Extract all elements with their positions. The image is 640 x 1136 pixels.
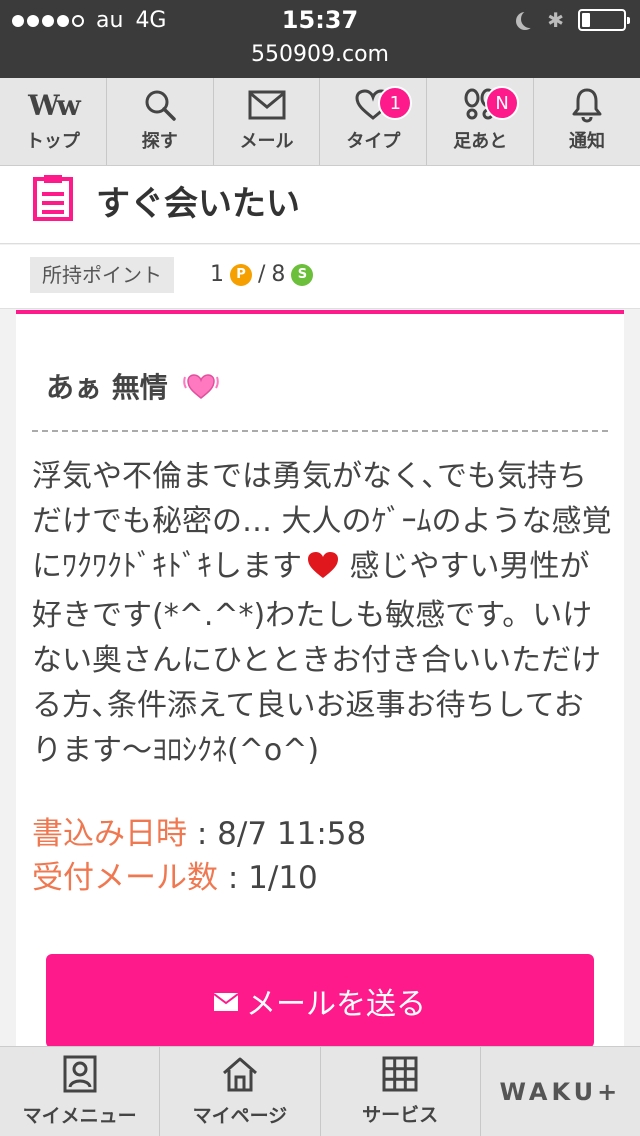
poster-name: あぁ 無情 (46, 371, 168, 404)
page-title: すぐ会いたい (96, 184, 300, 224)
post-card: あぁ 無情 浮気や不倫までは勇気がなく､でも気持ちだけでも秘密の… 大人のｹﾞｰ… (16, 310, 624, 1050)
bottom-nav-waku[interactable]: WAKU+ (481, 1047, 640, 1136)
poster-row: あぁ 無情 (46, 366, 220, 406)
post-message: 浮気や不倫までは勇気がなく､でも気持ちだけでも秘密の… 大人のｹﾞｰﾑのような感… (32, 454, 612, 773)
p-points: 1 (210, 262, 224, 287)
nav-search[interactable]: 探す (107, 78, 214, 165)
nav-notify[interactable]: 通知 (534, 78, 640, 165)
url-bar[interactable]: 550909.com (0, 42, 640, 67)
red-heart-icon (306, 548, 340, 593)
page-header: すぐ会いたい (0, 166, 640, 244)
top-nav: Ww トップ 探す メール タイプ 1 足あと N 通知 (0, 78, 640, 166)
moon-icon (521, 10, 539, 28)
bottom-nav-label: マイページ (192, 1105, 288, 1127)
beating-heart-icon (182, 367, 220, 405)
posted-label: 書込み日時 (32, 816, 187, 852)
mail-icon (248, 87, 286, 123)
home-icon (221, 1055, 259, 1097)
nav-top[interactable]: Ww トップ (0, 78, 107, 165)
received-label: 受付メール数 (32, 860, 218, 896)
p-coin-icon: P (230, 263, 252, 286)
received-value: : 1/10 (227, 860, 318, 896)
bottom-nav-mymenu[interactable]: マイメニュー (0, 1047, 161, 1136)
bottom-nav: マイメニュー マイページ サービス WAKU+ (0, 1046, 640, 1136)
points-separator: / (258, 262, 266, 287)
nav-mail[interactable]: メール (214, 78, 321, 165)
nav-label: 足あと (453, 131, 508, 152)
bottom-nav-label: マイメニュー (22, 1105, 137, 1127)
nav-label: タイプ (346, 131, 401, 152)
bell-icon (571, 87, 603, 123)
envelope-icon (213, 984, 239, 1019)
s-points: 8 (271, 262, 286, 287)
posted-at: 書込み日時 : 8/7 11:58 (32, 808, 366, 853)
received-count: 受付メール数 : 1/10 (32, 852, 318, 897)
bottom-nav-service[interactable]: サービス (321, 1047, 481, 1136)
footprints-badge: N (485, 86, 520, 120)
nav-type[interactable]: タイプ 1 (320, 78, 428, 165)
board-icon (32, 174, 74, 226)
points-bar: 所持ポイント 1 P / 8 S (0, 245, 640, 309)
bluetooth-icon: ✱ (547, 8, 564, 32)
brand-logo: WAKU+ (499, 1077, 622, 1106)
points-value: 1 P / 8 S (210, 262, 314, 287)
s-coin-icon: S (291, 263, 314, 286)
search-icon (142, 87, 178, 123)
grid-icon (382, 1056, 418, 1096)
nav-label: メール (239, 131, 294, 152)
send-mail-button[interactable]: メールを送る (46, 954, 594, 1048)
points-label: 所持ポイント (30, 257, 174, 293)
nav-label: 探す (141, 131, 178, 152)
divider (32, 430, 608, 432)
nav-label: 通知 (569, 131, 606, 152)
ww-logo-icon: Ww (28, 88, 81, 122)
posted-value: : 8/7 11:58 (196, 816, 367, 852)
status-bar: au 4G 15:37 ✱ 550909.com (0, 0, 640, 78)
profile-icon (63, 1055, 97, 1097)
status-right: ✱ (515, 8, 630, 32)
nav-label: トップ (25, 131, 80, 152)
battery-icon (578, 9, 630, 31)
send-mail-label: メールを送る (246, 987, 426, 1022)
type-badge: 1 (378, 86, 413, 120)
nav-footprints[interactable]: 足あと N (427, 78, 535, 165)
bottom-nav-label: サービス (362, 1104, 439, 1126)
bottom-nav-mypage[interactable]: マイページ (160, 1047, 321, 1136)
